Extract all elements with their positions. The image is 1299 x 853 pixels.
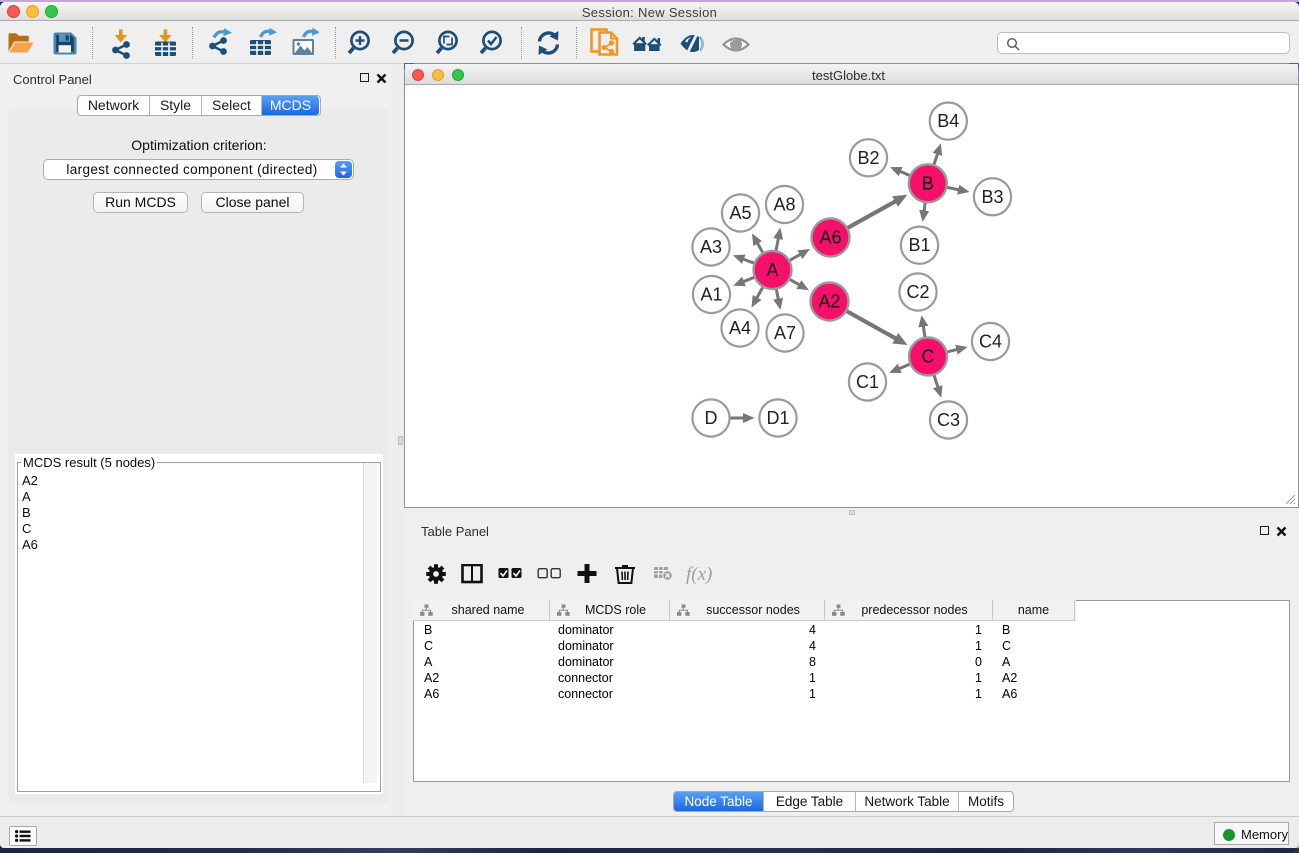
svg-text:B3: B3 — [981, 186, 1003, 206]
svg-text:A4: A4 — [728, 318, 750, 338]
svg-text:A6: A6 — [819, 227, 841, 247]
svg-text:B2: B2 — [857, 147, 879, 167]
svg-text:A: A — [766, 260, 778, 280]
svg-text:C4: C4 — [978, 331, 1001, 351]
svg-text:C3: C3 — [936, 410, 959, 430]
svg-text:C2: C2 — [906, 282, 929, 302]
svg-text:B: B — [921, 173, 933, 193]
svg-text:D1: D1 — [766, 408, 789, 428]
svg-text:A8: A8 — [773, 194, 795, 214]
svg-text:B4: B4 — [937, 111, 959, 131]
svg-text:f(x): f(x) — [686, 564, 712, 584]
svg-text:A5: A5 — [729, 203, 751, 223]
svg-text:A2: A2 — [818, 291, 840, 311]
svg-text:D: D — [704, 408, 717, 428]
svg-text:A3: A3 — [699, 237, 721, 257]
svg-text:A7: A7 — [773, 323, 795, 343]
svg-text:C: C — [921, 346, 934, 366]
svg-text:C1: C1 — [855, 372, 878, 392]
svg-text:B1: B1 — [908, 235, 930, 255]
svg-text:A1: A1 — [700, 284, 722, 304]
